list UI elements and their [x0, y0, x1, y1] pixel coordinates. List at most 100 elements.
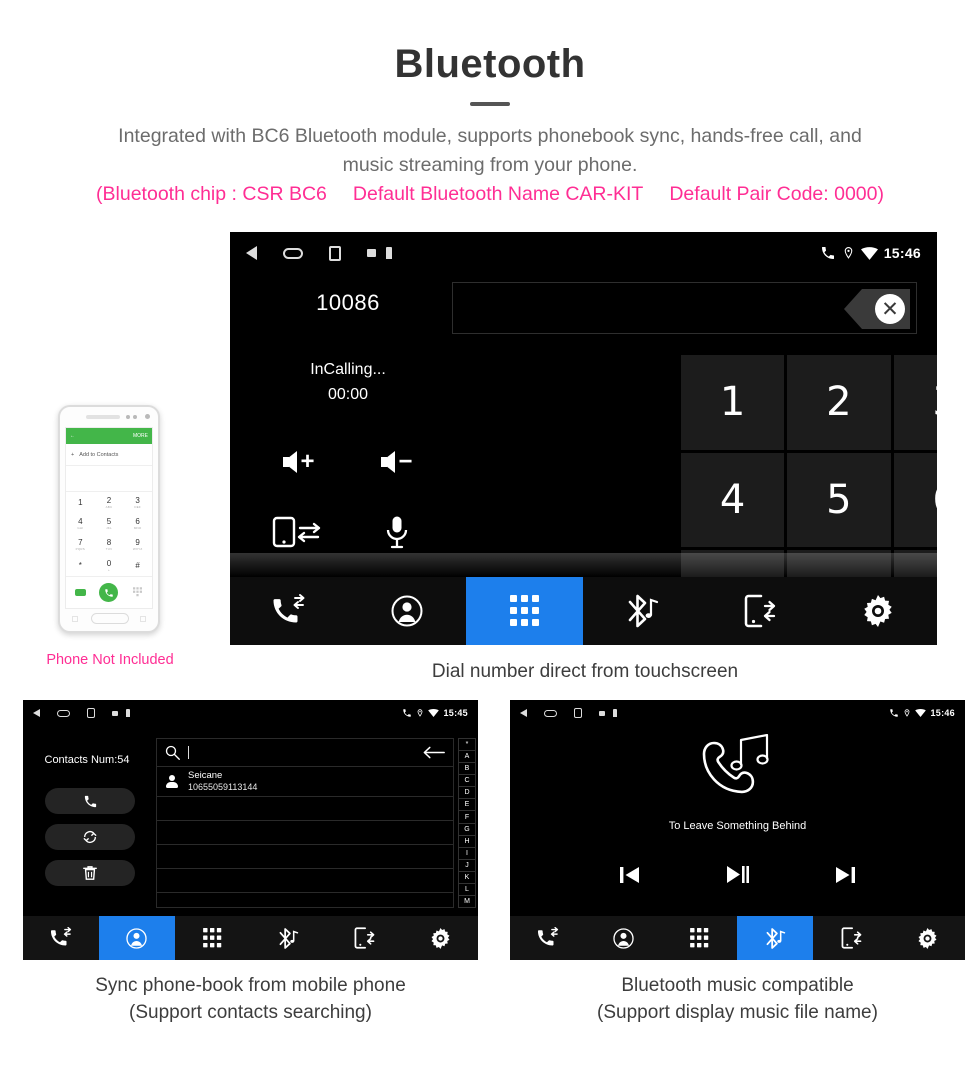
- bottom-tab-bar[interactable]: [230, 577, 937, 645]
- keypad-key-2[interactable]: 2: [787, 355, 891, 450]
- phone-keypad[interactable]: 1 2 ABC 3 DEF 4 GHI 5 JKL 6 MNO 7 PQRS 8 TUV 9 WXYZ * 0 + #: [66, 492, 152, 576]
- alpha-index-I[interactable]: I: [458, 846, 476, 859]
- recents-square-icon[interactable]: [329, 245, 341, 261]
- keypad-key-1[interactable]: 1: [681, 355, 785, 450]
- phone-key-letters: TUV: [105, 546, 113, 551]
- alpha-index-C[interactable]: C: [458, 774, 476, 787]
- alpha-index-G[interactable]: G: [458, 822, 476, 835]
- tab-keypad[interactable]: [465, 577, 584, 645]
- transfer-audio-button[interactable]: [250, 497, 348, 567]
- alpha-index-F[interactable]: F: [458, 810, 476, 823]
- tab-call-log[interactable]: [23, 916, 99, 960]
- phone-key-digit: #: [135, 560, 140, 570]
- alpha-index-K[interactable]: K: [458, 870, 476, 883]
- tab-bluetooth-music[interactable]: [737, 916, 814, 960]
- tab-settings[interactable]: [402, 916, 478, 960]
- alpha-index-H[interactable]: H: [458, 834, 476, 847]
- phone-key-5[interactable]: 5 JKL: [95, 513, 124, 534]
- tab-bluetooth-music[interactable]: [250, 916, 326, 960]
- alpha-index-D[interactable]: D: [458, 786, 476, 799]
- back-triangle-icon[interactable]: [246, 246, 257, 260]
- tab-contacts[interactable]: [98, 916, 175, 960]
- contacts-search-bar[interactable]: [157, 739, 453, 767]
- keypad-key-6[interactable]: 6: [893, 452, 937, 548]
- phone-key-7[interactable]: 7 PQRS: [66, 534, 95, 555]
- location-icon: [844, 247, 852, 259]
- tab-keypad[interactable]: [662, 916, 738, 960]
- contacts-delete-button[interactable]: [45, 860, 135, 886]
- back-triangle-icon[interactable]: [33, 709, 40, 717]
- alpha-index-A[interactable]: A: [458, 750, 476, 763]
- tab-device-connect[interactable]: [326, 916, 402, 960]
- page-subtitle: Integrated with BC6 Bluetooth module, su…: [35, 122, 945, 180]
- voicemail-icon[interactable]: [74, 589, 86, 596]
- phone-more-label[interactable]: MORE: [133, 433, 148, 439]
- phone-keypad-toggle-icon[interactable]: [133, 587, 143, 598]
- tab-device-connect[interactable]: [813, 916, 889, 960]
- volume-down-button[interactable]: −: [348, 427, 446, 497]
- microphone-mute-button[interactable]: [348, 497, 446, 567]
- phone-key-hash[interactable]: #: [123, 555, 152, 576]
- home-pill-icon[interactable]: [544, 709, 557, 717]
- phone-key-0[interactable]: 0 +: [95, 555, 124, 576]
- phone-menu-key[interactable]: [72, 616, 78, 622]
- tab-call-log[interactable]: [510, 916, 586, 960]
- contacts-call-button[interactable]: [45, 788, 135, 814]
- play-pause-button[interactable]: [726, 865, 749, 884]
- next-track-button[interactable]: [835, 866, 855, 884]
- phone-key-9[interactable]: 9 WXYZ: [123, 534, 152, 555]
- alpha-index-M[interactable]: M: [458, 895, 476, 909]
- home-pill-icon[interactable]: [283, 247, 303, 259]
- transport-controls[interactable]: [620, 865, 855, 884]
- contacts-list-item[interactable]: Seicane 10655059113144: [157, 767, 453, 797]
- tab-settings[interactable]: [819, 577, 937, 645]
- previous-track-button[interactable]: [620, 866, 640, 884]
- alphabet-index-bar[interactable]: * A B C D E F G H I J K L M: [458, 738, 476, 909]
- tab-keypad[interactable]: [175, 916, 251, 960]
- tab-device-connect[interactable]: [701, 577, 819, 645]
- alpha-index-B[interactable]: B: [458, 762, 476, 775]
- alpha-index-E[interactable]: E: [458, 798, 476, 811]
- recents-square-icon[interactable]: [574, 708, 582, 718]
- contacts-list-item-empty[interactable]: [157, 869, 453, 893]
- alpha-index-star[interactable]: *: [458, 738, 476, 751]
- contacts-sync-button[interactable]: [45, 824, 135, 850]
- contacts-back-arrow-icon[interactable]: [423, 746, 445, 759]
- location-icon: [905, 709, 910, 717]
- phone-call-button[interactable]: [99, 583, 119, 602]
- phone-key-4[interactable]: 4 GHI: [66, 513, 95, 534]
- contacts-list-item-empty[interactable]: [157, 821, 453, 845]
- bottom-tab-bar[interactable]: [23, 916, 478, 960]
- recents-square-icon[interactable]: [87, 708, 95, 718]
- tab-settings[interactable]: [889, 916, 965, 960]
- contacts-list-item-empty[interactable]: [157, 845, 453, 869]
- keypad-key-5[interactable]: 5: [787, 452, 891, 548]
- keypad-key-4[interactable]: 4: [681, 452, 785, 548]
- phone-back-key[interactable]: [140, 616, 146, 622]
- phone-key-6[interactable]: 6 MNO: [123, 513, 152, 534]
- backspace-icon[interactable]: ✕: [844, 289, 910, 329]
- number-input-field[interactable]: ✕: [452, 282, 917, 334]
- back-triangle-icon[interactable]: [520, 709, 527, 717]
- tab-contacts[interactable]: [586, 916, 662, 960]
- phone-key-2[interactable]: 2 ABC: [95, 492, 124, 513]
- volume-up-button[interactable]: +: [250, 427, 348, 497]
- tab-bluetooth-music[interactable]: [583, 577, 701, 645]
- contacts-list-item-empty[interactable]: [157, 797, 453, 821]
- contacts-list-item-empty[interactable]: [157, 893, 453, 917]
- phone-home-key[interactable]: [91, 613, 129, 624]
- tab-contacts[interactable]: [348, 577, 466, 645]
- phone-key-3[interactable]: 3 DEF: [123, 492, 152, 513]
- bottom-tab-bar[interactable]: [510, 916, 965, 960]
- phone-key-star[interactable]: *: [66, 555, 95, 576]
- alpha-index-L[interactable]: L: [458, 882, 476, 896]
- home-pill-icon[interactable]: [57, 709, 70, 717]
- phone-key-8[interactable]: 8 TUV: [95, 534, 124, 555]
- alpha-index-J[interactable]: J: [458, 858, 476, 871]
- phone-add-to-contacts-row[interactable]: + Add to Contacts: [66, 444, 152, 466]
- search-input[interactable]: [188, 746, 189, 759]
- tab-call-log[interactable]: [230, 577, 348, 645]
- phone-key-1[interactable]: 1: [66, 492, 95, 513]
- keypad-key-3[interactable]: 3: [893, 355, 937, 450]
- phone-back-icon[interactable]: ←: [70, 433, 75, 439]
